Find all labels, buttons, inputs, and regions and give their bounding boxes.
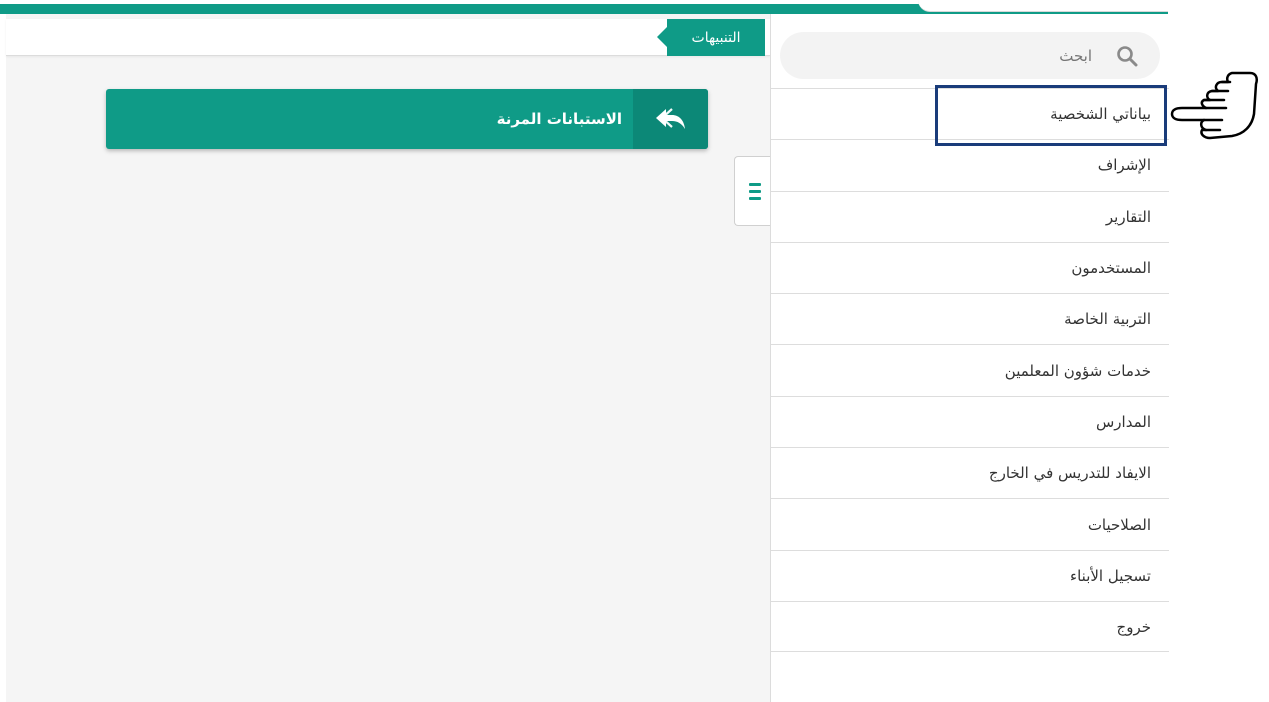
sidebar-toggle-button[interactable] xyxy=(734,156,770,226)
sidebar-item-label: خدمات شؤون المعلمين xyxy=(1004,361,1151,380)
alerts-tab[interactable]: التنبيهات xyxy=(657,19,765,56)
sidebar-item-label: المستخدمون xyxy=(1071,259,1151,278)
sidebar-item-label: الايفاد للتدريس في الخارج xyxy=(988,464,1151,483)
sidebar-item-label: تسجيل الأبناء xyxy=(1070,566,1151,585)
sidebar-item-supervision[interactable]: الإشراف xyxy=(771,139,1169,190)
search-box[interactable] xyxy=(780,32,1160,79)
sidebar-item-children-registration[interactable]: تسجيل الأبناء xyxy=(771,549,1169,601)
flexible-surveys-title: الاستبانات المرنة xyxy=(496,110,622,128)
sidebar-item-special-education[interactable]: التربية الخاصة xyxy=(771,293,1169,344)
top-header xyxy=(0,0,1168,14)
sidebar-item-reports[interactable]: التقارير xyxy=(771,190,1169,242)
sidebar-item-label: خروج xyxy=(1116,617,1151,636)
sidebar-item-label: التقارير xyxy=(1105,207,1151,226)
flexible-surveys-card[interactable]: الاستبانات المرنة xyxy=(106,89,708,149)
sidebar-item-label: الإشراف xyxy=(1097,156,1151,175)
sidebar-item-permissions[interactable]: الصلاحيات xyxy=(771,498,1169,549)
menu-line xyxy=(749,183,761,186)
menu-line xyxy=(749,197,761,200)
sidebar-item-teaching-abroad[interactable]: الايفاد للتدريس في الخارج xyxy=(771,447,1169,498)
highlight-box xyxy=(935,85,1167,146)
main-content: التنبيهات الاستبانات المرنة xyxy=(6,14,770,702)
header-pill xyxy=(918,0,1168,12)
sidebar-item-schools[interactable]: المدارس xyxy=(771,395,1169,447)
reply-arrow-icon xyxy=(633,89,708,149)
menu-line xyxy=(749,190,761,193)
sidebar-item-logout[interactable]: خروج xyxy=(771,600,1169,653)
alerts-tab-label: التنبيهات xyxy=(691,29,741,46)
sidebar-item-label: الصلاحيات xyxy=(1087,515,1151,534)
search-input[interactable] xyxy=(780,32,1160,79)
sidebar-menu: بياناتي الشخصية الإشراف التقارير المستخد… xyxy=(771,88,1169,653)
sidebar-item-label: التربية الخاصة xyxy=(1064,310,1151,329)
sidebar-item-label: المدارس xyxy=(1095,412,1151,431)
sidebar-item-users[interactable]: المستخدمون xyxy=(771,241,1169,293)
pointing-hand-icon xyxy=(1170,71,1258,140)
search-icon xyxy=(1117,46,1138,67)
alerts-bar: التنبيهات xyxy=(6,19,770,56)
sidebar-item-teacher-affairs[interactable]: خدمات شؤون المعلمين xyxy=(771,344,1169,395)
